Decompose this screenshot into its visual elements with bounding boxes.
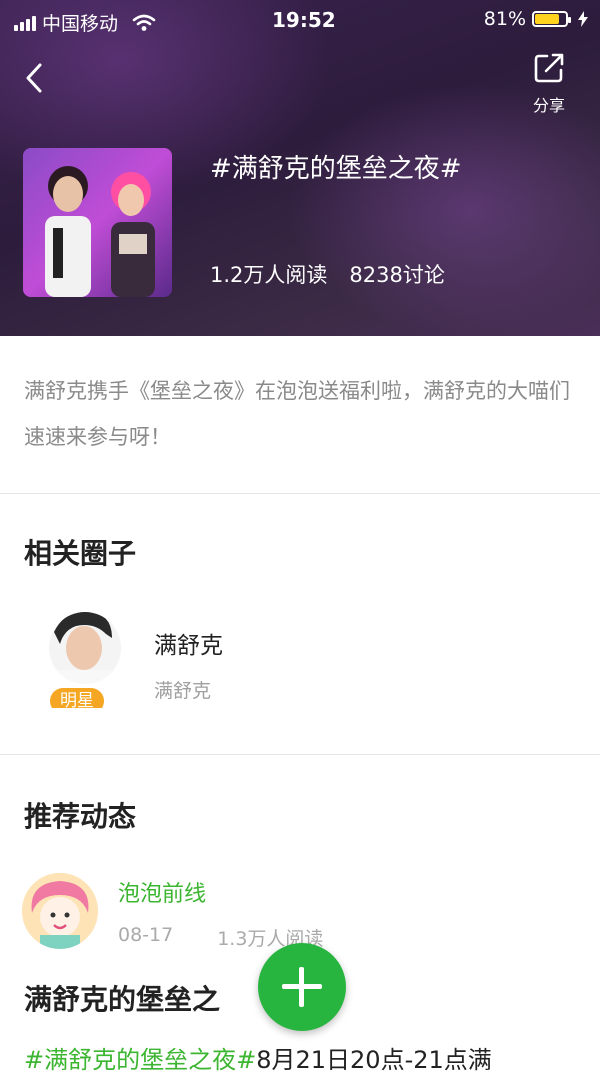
circle-subtitle: 满舒克 bbox=[154, 680, 212, 702]
share-label: 分享 bbox=[532, 96, 565, 115]
status-bar: 中国移动 19:52 81% bbox=[0, 0, 600, 40]
battery-percent: 81% bbox=[483, 8, 526, 30]
post-snippet[interactable]: #满舒克的堡垒之夜#8月21日20点-21点满 bbox=[24, 1040, 492, 1075]
post-snippet-text: 8月21日20点-21点满 bbox=[256, 1046, 492, 1074]
post-author-name[interactable]: 泡泡前线 bbox=[118, 876, 206, 908]
divider bbox=[0, 493, 600, 494]
post-hashtag[interactable]: #满舒克的堡垒之夜# bbox=[24, 1046, 256, 1074]
discussion-count: 8238讨论 bbox=[349, 263, 445, 287]
read-count: 1.2万人阅读 bbox=[210, 263, 328, 287]
topic-stats: 1.2万人阅读 8238讨论 bbox=[210, 259, 445, 289]
post-date: 08-17 bbox=[118, 924, 174, 946]
charging-icon bbox=[578, 11, 588, 27]
post-title[interactable]: 满舒克的堡垒之 bbox=[24, 978, 220, 1018]
divider bbox=[0, 754, 600, 755]
topic-title: #满舒克的堡垒之夜# bbox=[210, 154, 462, 184]
chevron-left-icon[interactable] bbox=[22, 62, 50, 94]
topic-cover-image bbox=[23, 148, 172, 297]
clock: 19:52 bbox=[272, 8, 336, 32]
share-icon bbox=[534, 53, 564, 83]
circle-badge: 明星 bbox=[60, 691, 94, 708]
circle-name[interactable]: 满舒克 bbox=[154, 626, 223, 660]
signal-icon bbox=[14, 15, 36, 31]
share-button[interactable]: 分享 bbox=[524, 50, 574, 116]
feed-heading: 推荐动态 bbox=[24, 800, 137, 833]
related-circles-heading: 相关圈子 bbox=[24, 537, 137, 570]
post-author-avatar[interactable] bbox=[22, 873, 98, 949]
topic-description: 满舒克携手《堡垒之夜》在泡泡送福利啦，满舒克的大喵们速速来参与呀！ bbox=[24, 379, 570, 449]
wifi-icon bbox=[132, 14, 156, 31]
carrier-label: 中国移动 bbox=[42, 13, 119, 35]
create-post-button[interactable] bbox=[258, 943, 346, 1031]
circle-avatar[interactable]: 明星 bbox=[46, 604, 124, 714]
battery-icon bbox=[532, 11, 571, 27]
topic-header: 中国移动 19:52 81% 分享 #满舒克的堡垒之夜# 1.2万人阅读 823… bbox=[0, 0, 600, 336]
